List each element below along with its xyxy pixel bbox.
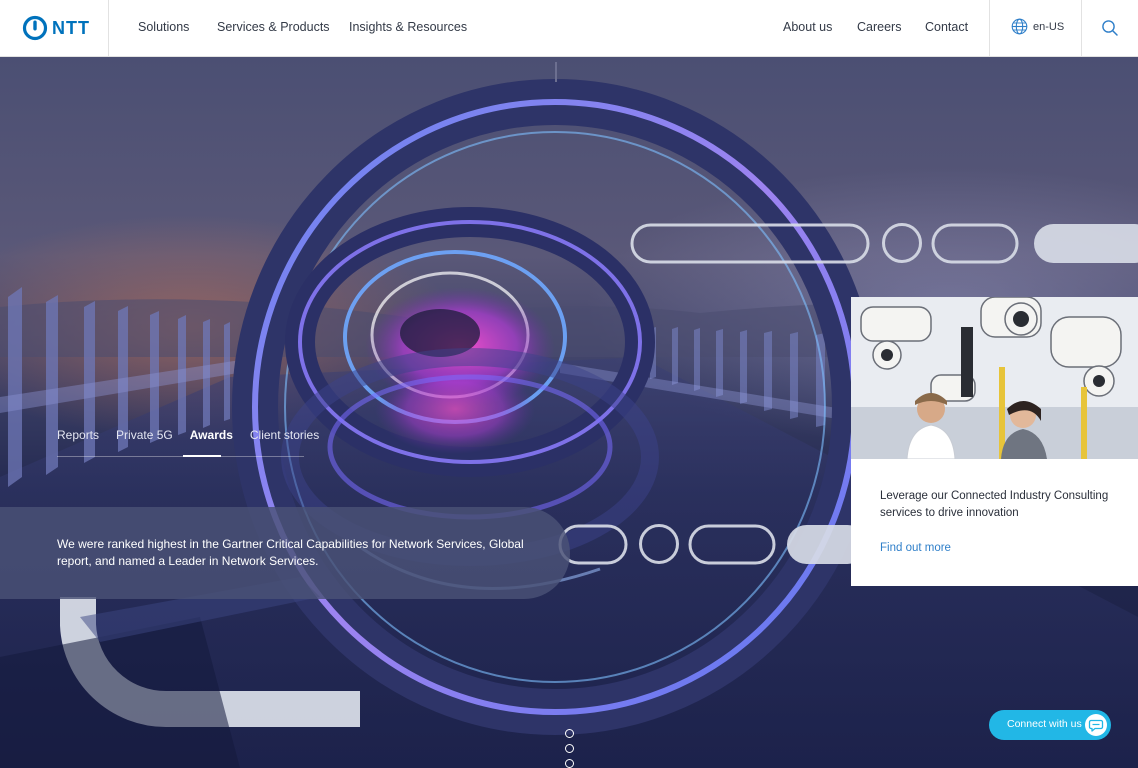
ntt-logo-mark-icon (22, 15, 48, 41)
site-header: NTT Solutions Services & Products Insigh… (0, 0, 1138, 57)
tab-client-stories[interactable]: Client stories (250, 428, 319, 455)
header-divider (989, 0, 990, 57)
hero-message-panel: We were ranked highest in the Gartner Cr… (0, 507, 570, 599)
promo-text: Leverage our Connected Industry Consulti… (880, 490, 1109, 519)
hero-tabs: Reports Private 5G Awards Client stories (57, 428, 319, 455)
ntt-logo[interactable]: NTT (22, 15, 90, 41)
nav-contact[interactable]: Contact (925, 20, 968, 34)
tabs-track (57, 456, 304, 457)
nav-careers[interactable]: Careers (857, 20, 901, 34)
header-divider (1081, 0, 1082, 57)
nav-solutions[interactable]: Solutions (138, 20, 189, 34)
carousel-dot-1[interactable] (565, 729, 574, 738)
tab-awards[interactable]: Awards (190, 428, 233, 455)
promo-card[interactable]: Leverage our Connected Industry Consulti… (851, 297, 1138, 586)
find-out-more-link[interactable]: Find out more (880, 542, 951, 554)
hero-section: Reports Private 5G Awards Client stories… (0, 57, 1138, 768)
nav-about-us[interactable]: About us (783, 20, 832, 34)
tab-reports[interactable]: Reports (57, 428, 99, 455)
nav-insights-resources[interactable]: Insights & Resources (349, 20, 467, 34)
hero-message-text: We were ranked highest in the Gartner Cr… (57, 537, 524, 568)
logo-wordmark: NTT (52, 17, 90, 38)
nav-services-products[interactable]: Services & Products (217, 20, 330, 34)
promo-image (851, 297, 1138, 459)
active-tab-indicator (183, 455, 221, 457)
carousel-dot-2[interactable] (565, 744, 574, 753)
robotics-photo (851, 297, 1138, 459)
globe-icon (1011, 18, 1028, 35)
connect-with-us-button[interactable]: Connect with us (989, 710, 1111, 740)
language-label: en-US (1033, 20, 1065, 33)
header-divider (108, 0, 109, 57)
search-icon (1102, 20, 1118, 36)
chat-icon (1085, 714, 1107, 736)
carousel-dot-3[interactable] (565, 759, 574, 768)
tab-private-5g[interactable]: Private 5G (116, 428, 173, 455)
language-selector[interactable]: en-US (1011, 18, 1064, 35)
chat-label: Connect with us (1007, 718, 1082, 730)
search-button[interactable] (1100, 18, 1120, 38)
